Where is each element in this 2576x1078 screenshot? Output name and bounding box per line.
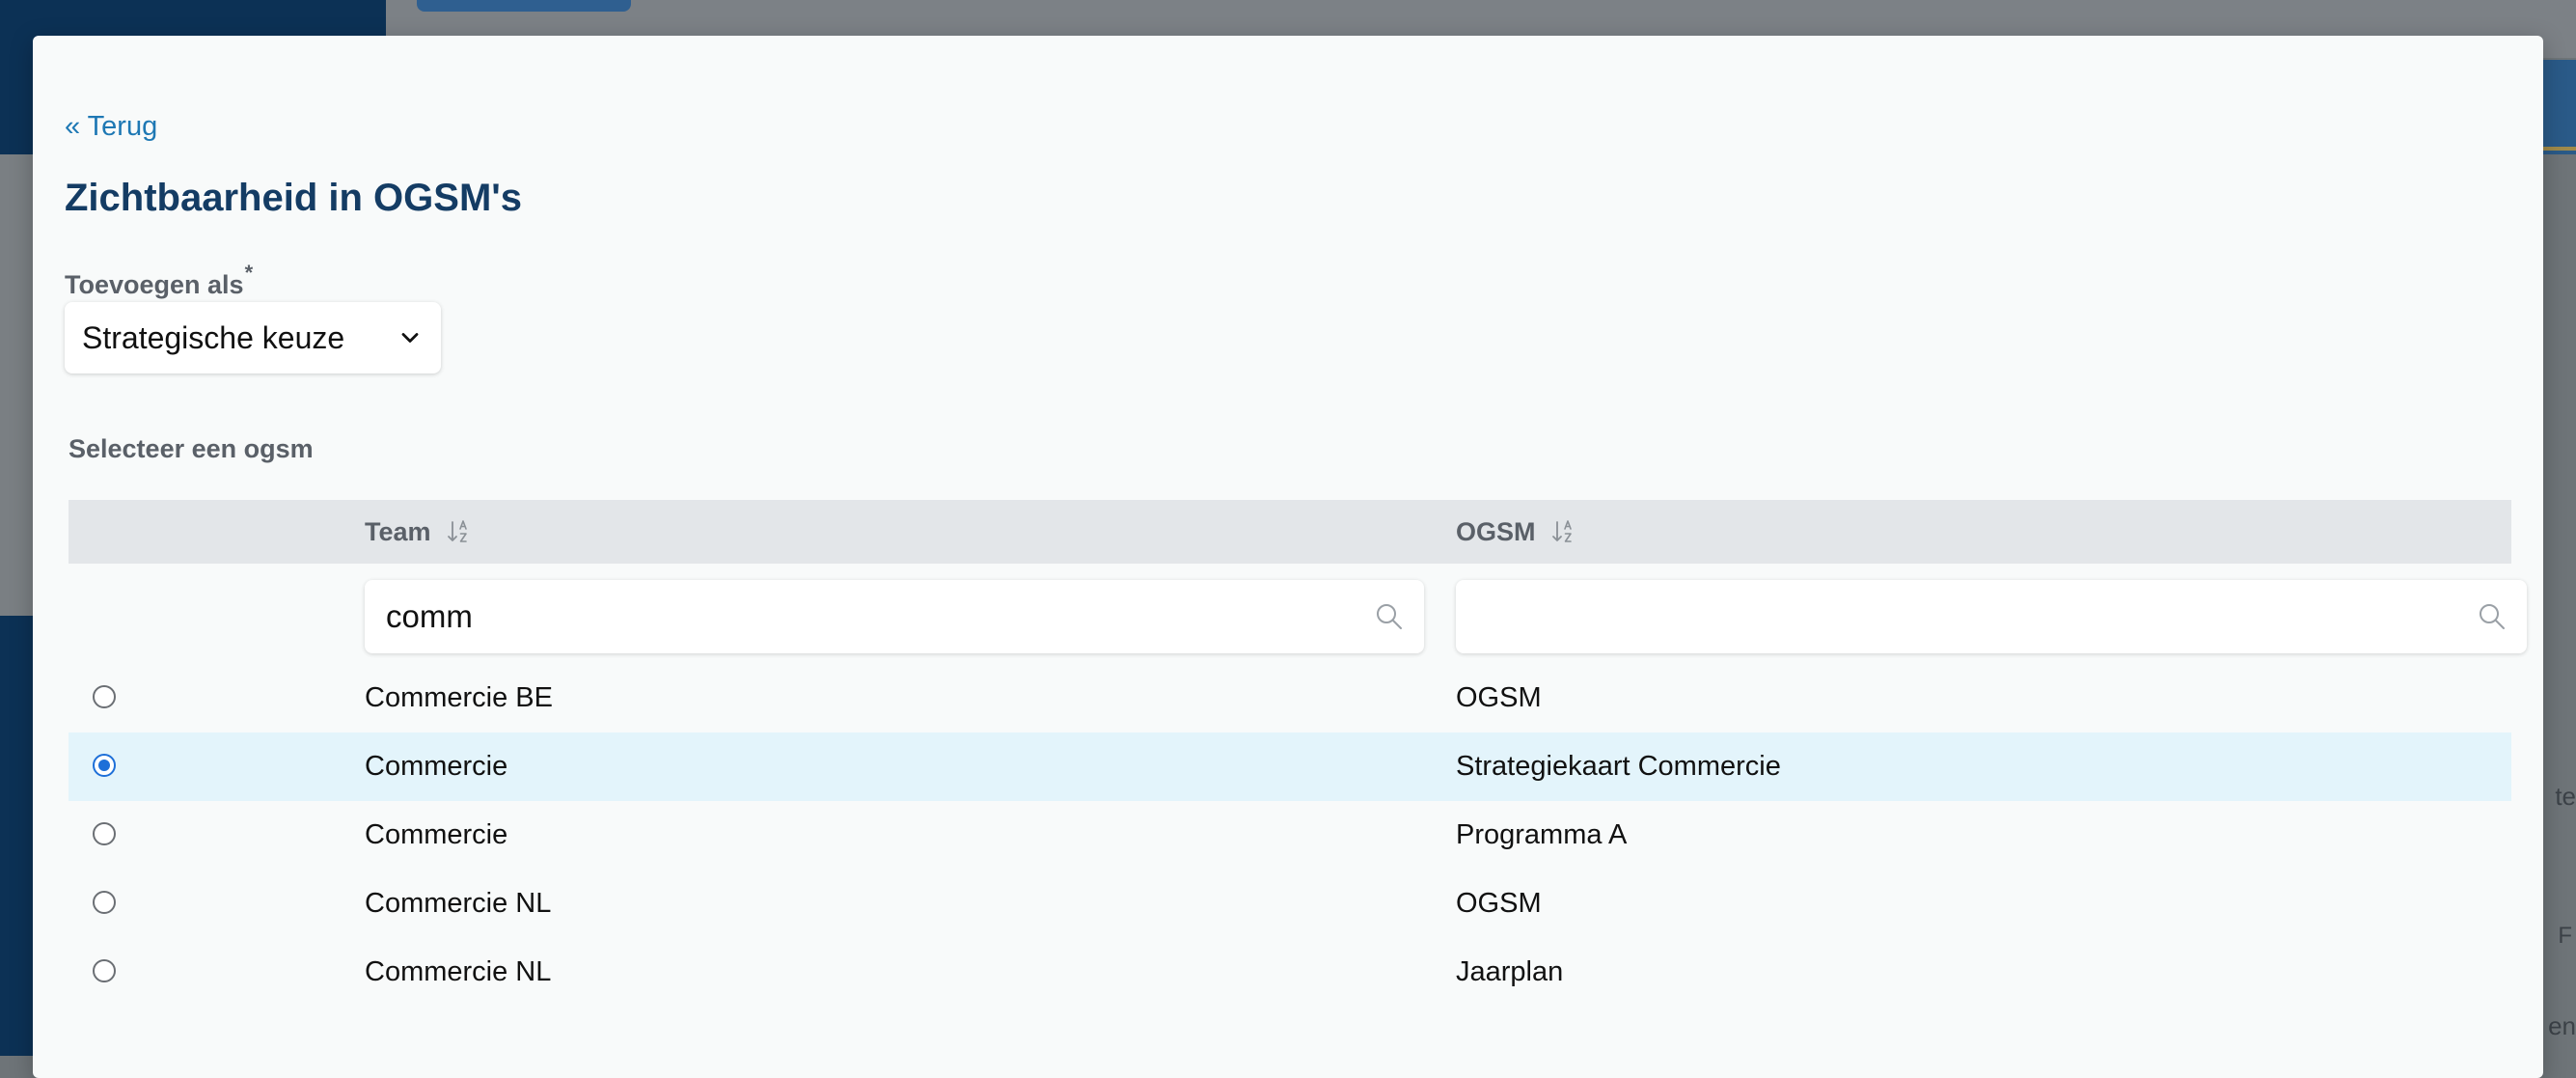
add-as-label: Toevoegen als* bbox=[65, 261, 254, 300]
filter-row bbox=[69, 564, 2527, 664]
sort-icon bbox=[1551, 520, 1572, 542]
row-radio[interactable] bbox=[93, 822, 116, 845]
row-radio[interactable] bbox=[93, 754, 116, 777]
ogsm-cell: OGSM bbox=[1456, 682, 1542, 713]
ogsm-cell: Strategiekaart Commercie bbox=[1456, 751, 1781, 782]
table-row[interactable]: Commercie NL OGSM bbox=[69, 870, 2511, 938]
background-button bbox=[417, 0, 631, 12]
add-as-select[interactable]: Strategische keuze bbox=[65, 302, 441, 373]
ogsm-table: Team OGSM comm Commercie BE OGSM Commerc… bbox=[69, 500, 2527, 1007]
add-as-select-value: Strategische keuze bbox=[82, 319, 345, 355]
required-mark: * bbox=[244, 261, 254, 285]
background-right-panel bbox=[2537, 154, 2576, 1056]
background-text: te bbox=[2555, 782, 2576, 811]
column-header-team[interactable]: Team bbox=[365, 500, 474, 564]
sort-icon bbox=[447, 520, 467, 542]
team-cell: Commercie bbox=[365, 751, 508, 782]
background-text: F bbox=[2558, 923, 2572, 949]
search-icon[interactable] bbox=[2477, 601, 2507, 632]
table-body: Commercie BE OGSM Commercie Strategiekaa… bbox=[69, 664, 2511, 1007]
table-row[interactable]: Commercie NL Jaarplan bbox=[69, 938, 2511, 1007]
select-ogsm-label: Selecteer een ogsm bbox=[69, 434, 314, 463]
background-right-band bbox=[2537, 60, 2576, 156]
page-title: Zichtbaarheid in OGSM's bbox=[65, 177, 523, 219]
table-row[interactable]: Commercie Strategiekaart Commercie bbox=[69, 732, 2511, 801]
row-radio[interactable] bbox=[93, 685, 116, 708]
team-search-input[interactable] bbox=[384, 597, 1374, 636]
chevron-down-icon bbox=[401, 333, 419, 343]
ogsm-cell: OGSM bbox=[1456, 888, 1542, 919]
add-as-label-text: Toevoegen als bbox=[65, 270, 244, 299]
table-row[interactable]: Commercie Programma A bbox=[69, 801, 2511, 870]
column-header-ogsm-label: OGSM bbox=[1456, 516, 1536, 546]
ogsm-filter bbox=[1456, 580, 2527, 653]
column-header-team-label: Team bbox=[365, 516, 431, 546]
table-row[interactable]: Commercie BE OGSM bbox=[69, 664, 2511, 732]
team-cell: Commercie NL bbox=[365, 888, 552, 919]
ogsm-cell: Jaarplan bbox=[1456, 956, 1564, 987]
back-link[interactable]: « Terug bbox=[65, 111, 157, 143]
team-cell: Commercie bbox=[365, 819, 508, 850]
ogsm-cell: Programma A bbox=[1456, 819, 1628, 850]
modal-dialog: « Terug Zichtbaarheid in OGSM's Toevoege… bbox=[33, 36, 2543, 1078]
team-filter bbox=[365, 580, 1424, 653]
background-text: en bbox=[2548, 1011, 2576, 1040]
row-radio[interactable] bbox=[93, 959, 116, 982]
team-cell: Commercie BE bbox=[365, 682, 553, 713]
table-header: Team OGSM bbox=[69, 500, 2511, 564]
column-header-ogsm[interactable]: OGSM bbox=[1456, 500, 1578, 564]
ogsm-search-input[interactable] bbox=[1475, 597, 2477, 636]
row-radio[interactable] bbox=[93, 891, 116, 914]
search-icon[interactable] bbox=[1374, 601, 1405, 632]
background-right-accent bbox=[2537, 147, 2576, 151]
team-cell: Commercie NL bbox=[365, 956, 552, 987]
